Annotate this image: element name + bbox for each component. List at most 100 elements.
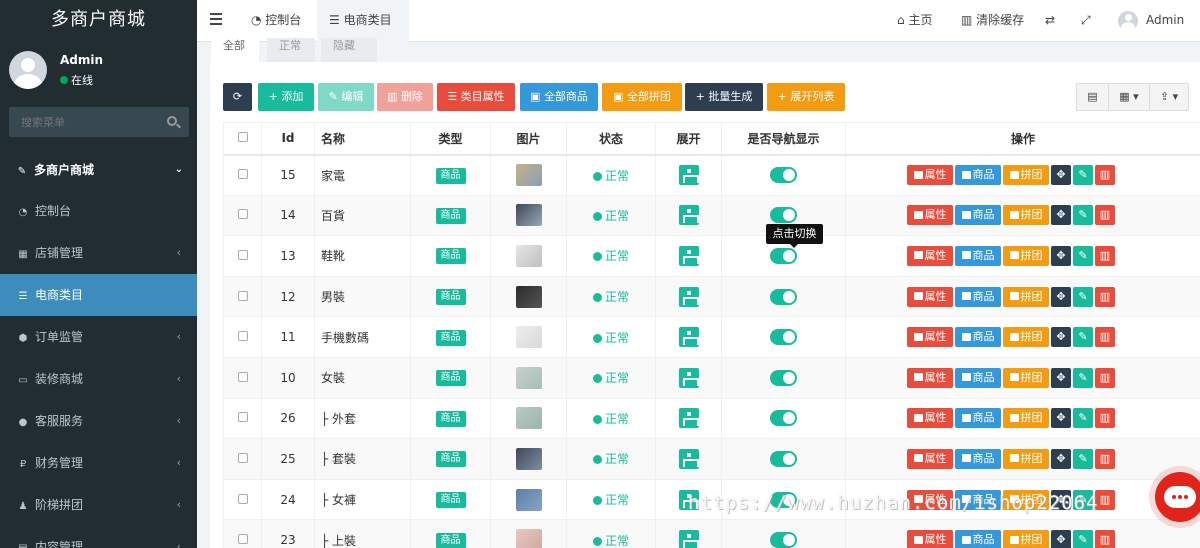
sitemap-icon[interactable] bbox=[678, 530, 699, 548]
category-thumbnail[interactable] bbox=[515, 326, 542, 349]
edit-icon[interactable]: ✎ bbox=[1073, 530, 1093, 548]
tab-dashboard[interactable]: ◔ 控制台 bbox=[251, 0, 301, 42]
edit-icon[interactable]: ✎ bbox=[1073, 165, 1093, 186]
move-icon[interactable]: ✥ bbox=[1051, 448, 1071, 469]
chat-bubble-icon[interactable] bbox=[1155, 472, 1200, 522]
refresh-button[interactable]: ⟳ bbox=[223, 83, 252, 111]
edit-button[interactable]: ✎ 编辑 bbox=[318, 83, 374, 111]
sidebar-item-store[interactable]: ▦ 店铺管理 ‹ bbox=[0, 232, 197, 274]
attr-button[interactable]: 属性 bbox=[907, 245, 953, 266]
edit-icon[interactable]: ✎ bbox=[1073, 367, 1093, 388]
filter-tab-hidden[interactable]: 隐藏 bbox=[321, 38, 377, 62]
sidebar-item-category[interactable]: ☰ 电商类目 bbox=[0, 274, 197, 316]
category-thumbnail[interactable] bbox=[515, 447, 542, 470]
goods-button[interactable]: 商品 bbox=[955, 367, 1001, 388]
sidebar-item-decorate[interactable]: ▭ 装修商城 ‹ bbox=[0, 358, 197, 400]
attr-button[interactable]: 属性 bbox=[907, 165, 953, 186]
edit-icon[interactable]: ✎ bbox=[1073, 286, 1093, 307]
group-button[interactable]: 拼团 bbox=[1003, 327, 1049, 348]
move-icon[interactable]: ✥ bbox=[1051, 327, 1071, 348]
category-thumbnail[interactable] bbox=[515, 366, 542, 389]
row-checkbox[interactable] bbox=[223, 194, 262, 237]
delete-icon[interactable]: ▥ bbox=[1095, 245, 1115, 266]
sidebar-item-service[interactable]: ● 客服服务 ‹ bbox=[0, 400, 197, 442]
row-checkbox[interactable] bbox=[223, 478, 262, 521]
delete-button[interactable]: ▥ 删除 bbox=[377, 83, 433, 111]
sitemap-icon[interactable] bbox=[678, 245, 699, 266]
move-icon[interactable]: ✥ bbox=[1051, 165, 1071, 186]
goods-button[interactable]: 商品 bbox=[955, 448, 1001, 469]
table-view-icon[interactable]: ▤ bbox=[1076, 83, 1109, 111]
user-menu[interactable]: Admin bbox=[1146, 0, 1184, 42]
sidebar-item-orders[interactable]: ⬢ 订单监管 ‹ bbox=[0, 316, 197, 358]
expand-list-button[interactable]: + 展开列表 bbox=[767, 83, 845, 111]
brand-logo[interactable]: 多商户商城 bbox=[0, 0, 197, 42]
goods-button[interactable]: 商品 bbox=[955, 327, 1001, 348]
delete-icon[interactable]: ▥ bbox=[1095, 367, 1115, 388]
nav-display-toggle[interactable] bbox=[770, 288, 797, 305]
group-button[interactable]: 拼团 bbox=[1003, 245, 1049, 266]
goods-button[interactable]: 商品 bbox=[955, 205, 1001, 226]
goods-button[interactable]: 商品 bbox=[955, 530, 1001, 548]
attr-button[interactable]: 属性 bbox=[907, 530, 953, 548]
nav-display-toggle[interactable] bbox=[770, 167, 797, 184]
move-icon[interactable]: ✥ bbox=[1051, 408, 1071, 429]
move-icon[interactable]: ✥ bbox=[1051, 245, 1071, 266]
search-icon[interactable] bbox=[167, 116, 177, 126]
sitemap-icon[interactable] bbox=[678, 408, 699, 429]
filter-tab-all[interactable]: 全部 bbox=[211, 38, 259, 62]
attr-button[interactable]: 属性 bbox=[907, 205, 953, 226]
nav-display-toggle[interactable] bbox=[770, 450, 797, 467]
category-thumbnail[interactable] bbox=[515, 244, 542, 267]
nav-display-toggle[interactable] bbox=[770, 369, 797, 386]
goods-button[interactable]: 商品 bbox=[955, 286, 1001, 307]
export-dropdown-icon[interactable]: ⇪ ▾ bbox=[1149, 83, 1189, 111]
move-icon[interactable]: ✥ bbox=[1051, 367, 1071, 388]
select-all-checkbox[interactable] bbox=[223, 122, 262, 156]
nav-display-toggle[interactable] bbox=[770, 410, 797, 427]
delete-icon[interactable]: ▥ bbox=[1095, 286, 1115, 307]
tab-ecommerce-category[interactable]: ☰ 电商类目 bbox=[317, 0, 409, 42]
sitemap-icon[interactable] bbox=[678, 367, 699, 388]
menu-toggle-icon[interactable] bbox=[210, 13, 222, 25]
attr-button[interactable]: 属性 bbox=[907, 327, 953, 348]
sitemap-icon[interactable] bbox=[678, 448, 699, 469]
row-checkbox[interactable] bbox=[223, 438, 262, 480]
move-icon[interactable]: ✥ bbox=[1051, 205, 1071, 226]
search-input[interactable] bbox=[9, 107, 159, 137]
all-goods-button[interactable]: ▣ 全部商品 bbox=[520, 83, 598, 111]
attr-button[interactable]: 属性 bbox=[907, 448, 953, 469]
move-icon[interactable]: ✥ bbox=[1051, 530, 1071, 548]
home-link[interactable]: ⌂ 主页 bbox=[897, 0, 932, 42]
sidebar-section-header[interactable]: ✎ 多商户商城 ⌄ bbox=[0, 150, 197, 190]
category-thumbnail[interactable] bbox=[515, 204, 542, 227]
category-thumbnail[interactable] bbox=[515, 285, 542, 308]
delete-icon[interactable]: ▥ bbox=[1095, 448, 1115, 469]
row-checkbox[interactable] bbox=[223, 275, 262, 318]
edit-icon[interactable]: ✎ bbox=[1073, 205, 1093, 226]
sitemap-icon[interactable] bbox=[678, 327, 699, 348]
attr-button[interactable]: 属性 bbox=[907, 286, 953, 307]
avatar[interactable] bbox=[1118, 11, 1138, 31]
columns-dropdown-icon[interactable]: ▦ ▾ bbox=[1108, 83, 1150, 111]
row-checkbox[interactable] bbox=[223, 519, 262, 548]
attr-button[interactable]: 属性 bbox=[907, 408, 953, 429]
row-checkbox[interactable] bbox=[223, 397, 262, 440]
goods-button[interactable]: 商品 bbox=[955, 165, 1001, 186]
nav-display-toggle[interactable] bbox=[770, 329, 797, 346]
group-button[interactable]: 拼团 bbox=[1003, 286, 1049, 307]
group-button[interactable]: 拼团 bbox=[1003, 408, 1049, 429]
row-checkbox[interactable] bbox=[223, 235, 262, 277]
edit-icon[interactable]: ✎ bbox=[1073, 448, 1093, 469]
batch-generate-button[interactable]: + 批量生成 bbox=[685, 83, 763, 111]
sidebar-item-group[interactable]: ♟ 阶梯拼团 ‹ bbox=[0, 484, 197, 526]
filter-tab-normal[interactable]: 正常 bbox=[267, 38, 315, 62]
delete-icon[interactable]: ▥ bbox=[1095, 165, 1115, 186]
edit-icon[interactable]: ✎ bbox=[1073, 245, 1093, 266]
sitemap-icon[interactable] bbox=[678, 205, 699, 226]
sidebar-item-finance[interactable]: ₽ 财务管理 ‹ bbox=[0, 442, 197, 484]
delete-icon[interactable]: ▥ bbox=[1095, 530, 1115, 548]
edit-icon[interactable]: ✎ bbox=[1073, 327, 1093, 348]
category-thumbnail[interactable] bbox=[515, 407, 542, 430]
category-thumbnail[interactable] bbox=[515, 488, 542, 511]
